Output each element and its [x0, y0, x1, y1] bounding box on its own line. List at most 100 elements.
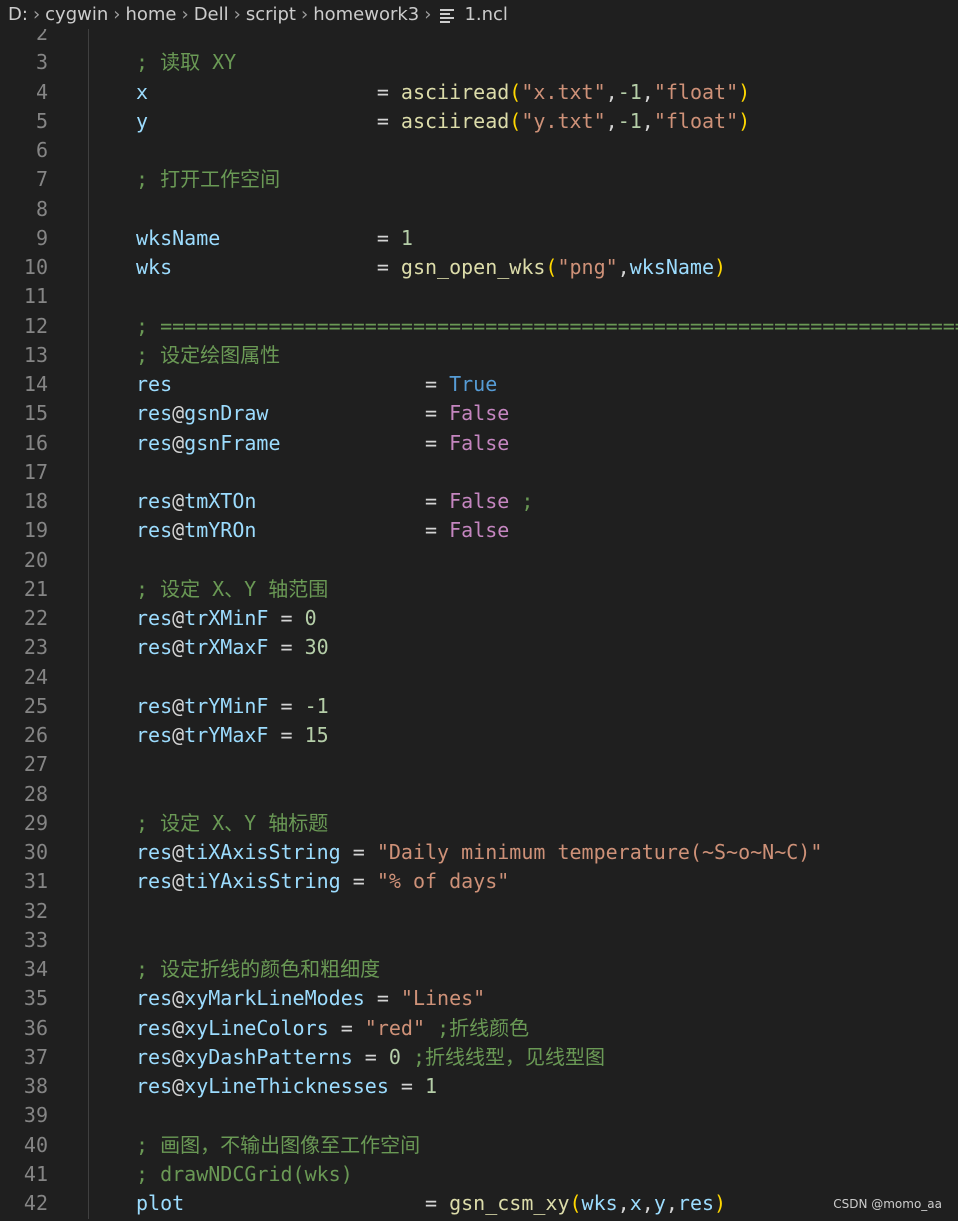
code-line[interactable]: 20	[0, 546, 958, 575]
code-text: res@trXMaxF = 30	[136, 633, 329, 662]
line-number: 41	[23, 1161, 48, 1186]
operator-token: =	[256, 518, 450, 543]
variable-token: y	[136, 108, 149, 133]
operator-token: ,	[641, 1191, 654, 1215]
variable-token: wksName	[629, 255, 715, 279]
breadcrumb-item-1[interactable]: cygwin	[45, 4, 108, 25]
attribute-token: xyLineColors	[184, 1015, 329, 1040]
code-line[interactable]: 39	[0, 1101, 958, 1130]
code-editor[interactable]: 2 3; 读取 XY 4 x = asciiread("x.txt",-1,"floa…	[0, 29, 958, 1221]
code-line[interactable]: 16 res@gsnFrame = False	[0, 429, 958, 458]
operator-token: @	[172, 1015, 185, 1040]
code-line[interactable]: 6	[0, 136, 958, 165]
line-number: 18	[23, 489, 48, 513]
string-token: "red"	[364, 1015, 426, 1040]
code-line[interactable]: 37 res@xyDashPatterns = 0 ;折线线型，见线型图	[0, 1043, 958, 1072]
variable-token: y	[653, 1191, 666, 1215]
code-line[interactable]: 24	[0, 663, 958, 692]
variable-token: wks	[136, 255, 173, 279]
code-line[interactable]: 42 plot = gsn_csm_xy(wks,x,y,res)	[0, 1189, 958, 1218]
attribute-token: xyDashPatterns	[184, 1044, 353, 1069]
variable-token: wksName	[136, 225, 221, 250]
code-line[interactable]: 2	[0, 29, 958, 48]
operator-token: ,	[641, 108, 654, 133]
code-text: res@tmXTOn = False ;	[136, 487, 533, 516]
file-lines-icon	[438, 7, 456, 23]
code-line[interactable]: 29 ; 设定 X、Y 轴标题	[0, 809, 958, 838]
code-line[interactable]: 25 res@trYMinF = -1	[0, 692, 958, 721]
breadcrumb-item-0[interactable]: D:	[8, 4, 28, 25]
code-line[interactable]: 41 ; drawNDCGrid(wks)	[0, 1160, 958, 1189]
code-line[interactable]: 19 res@tmYROn = False	[0, 516, 958, 545]
string-token: "% of days"	[376, 869, 510, 894]
code-line[interactable]: 21 ; 设定 X、Y 轴范围	[0, 575, 958, 604]
line-number: 31	[23, 869, 48, 894]
code-text: res@trYMaxF = 15	[136, 721, 329, 750]
comment-token: ;折线颜色	[437, 1015, 530, 1040]
code-line[interactable]: 7 ; 打开工作空间	[0, 165, 958, 194]
line-number: 12	[23, 313, 48, 338]
string-token: "Lines"	[400, 986, 486, 1011]
line-number: 17	[23, 459, 48, 484]
code-line[interactable]: 27	[0, 750, 958, 779]
line-number: 29	[23, 810, 48, 835]
code-text: ; 画图，不输出图像至工作空间	[136, 1131, 420, 1160]
code-line[interactable]: 4x = asciiread("x.txt",-1,"float")	[0, 78, 958, 107]
code-text: res@trXMinF = 0	[136, 604, 317, 633]
code-line[interactable]: 23 res@trXMaxF = 30	[0, 633, 958, 662]
function-token: asciiread	[400, 79, 510, 104]
code-line[interactable]: 18 res@tmXTOn = False ;	[0, 487, 958, 516]
line-number: 28	[23, 781, 48, 806]
code-line[interactable]: 17	[0, 458, 958, 487]
code-line[interactable]: 32	[0, 897, 958, 926]
code-line[interactable]: 40 ; 画图，不输出图像至工作空间	[0, 1131, 958, 1160]
chevron-right-icon: ›	[301, 4, 309, 25]
operator-token: =	[268, 693, 305, 718]
operator-token: @	[172, 869, 185, 894]
code-line[interactable]: 35 res@xyMarkLineModes = "Lines"	[0, 984, 958, 1013]
code-line[interactable]: 33	[0, 926, 958, 955]
code-line[interactable]: 36 res@xyLineColors = "red" ;折线颜色	[0, 1014, 958, 1043]
breadcrumb-item-5[interactable]: homework3	[313, 4, 419, 25]
code-line[interactable]: 26 res@trYMaxF = 15	[0, 721, 958, 750]
code-line[interactable]: 30 res@tiXAxisString = "Daily minimum tem…	[0, 838, 958, 867]
paren-token: (	[509, 79, 522, 104]
code-line[interactable]: 8	[0, 195, 958, 224]
code-line[interactable]: 28	[0, 780, 958, 809]
code-text: ; 设定绘图属性	[136, 341, 280, 370]
code-text: res@tmYROn = False	[136, 516, 509, 545]
code-line[interactable]: 31 res@tiYAxisString = "% of days"	[0, 867, 958, 896]
code-line[interactable]: 13 ; 设定绘图属性	[0, 341, 958, 370]
breadcrumb-item-4[interactable]: script	[246, 4, 296, 25]
comment-token: ; 读取 XY	[136, 50, 237, 75]
breadcrumb-item-2[interactable]: home	[125, 4, 176, 25]
code-line[interactable]: 11	[0, 282, 958, 311]
operator-token: @	[172, 635, 185, 660]
comment-token: ; ======================================…	[136, 313, 958, 338]
chevron-right-icon: ›	[233, 4, 241, 25]
attribute-token: tiYAxisString	[184, 869, 341, 894]
breadcrumb-file[interactable]: 1.ncl	[464, 4, 507, 25]
code-line[interactable]: 38 res@xyLineThicknesses = 1	[0, 1072, 958, 1101]
line-number: 30	[23, 840, 48, 864]
variable-token: res	[136, 606, 173, 630]
number-token: -1	[617, 79, 642, 104]
code-line[interactable]: 5y = asciiread("y.txt",-1,"float")	[0, 107, 958, 136]
code-line[interactable]: 9 wksName = 1	[0, 224, 958, 253]
code-line[interactable]: 22 res@trXMinF = 0	[0, 604, 958, 633]
code-line[interactable]: 10 wks = gsn_open_wks("png",wksName)	[0, 253, 958, 282]
code-line[interactable]: 12 ; ====================================…	[0, 312, 958, 341]
code-line[interactable]: 15 res@gsnDraw = False	[0, 399, 958, 428]
code-line[interactable]: 3 ; 读取 XY	[0, 48, 958, 77]
code-line[interactable]: 34 ; 设定折线的颜色和粗细度	[0, 955, 958, 984]
paren-token: (	[569, 1191, 582, 1215]
function-token: gsn_open_wks	[400, 255, 546, 279]
line-number: 2	[35, 29, 48, 45]
operator-token: =	[340, 869, 377, 894]
operator-token: @	[172, 723, 185, 747]
attribute-token: xyMarkLineModes	[184, 986, 365, 1011]
breadcrumb-item-3[interactable]: Dell	[194, 4, 229, 25]
code-line[interactable]: 14 res = True	[0, 370, 958, 399]
code-text: res@xyDashPatterns = 0 ;折线线型，见线型图	[136, 1043, 605, 1072]
breadcrumb: D: › cygwin › home › Dell › script › homework3 › 1.n…	[0, 0, 958, 29]
